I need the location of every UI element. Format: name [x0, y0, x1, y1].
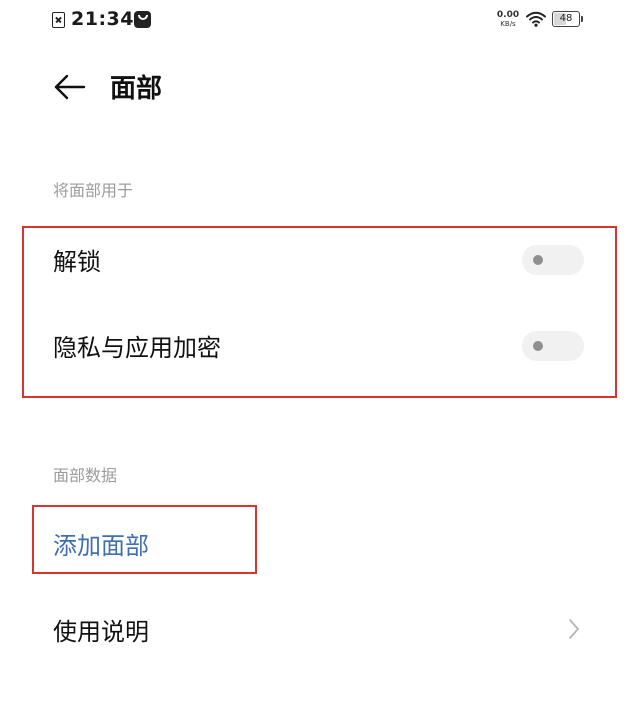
notification-icon [134, 11, 151, 28]
section-label-use-for: 将面部用于 [53, 181, 134, 200]
add-face-row[interactable]: 添加面部 [0, 504, 633, 584]
battery-level: 48 [559, 13, 573, 24]
toggle-knob [533, 255, 543, 265]
privacy-encryption-toggle[interactable] [522, 331, 584, 361]
network-speed-unit: KB/s [500, 20, 516, 28]
toggle-knob [533, 341, 543, 351]
status-bar: 21:34 0.00 KB/s 48 [0, 0, 633, 44]
wifi-icon [526, 11, 546, 27]
privacy-encryption-row[interactable]: 隐私与应用加密 [0, 306, 633, 386]
network-speed-value: 0.00 [496, 10, 520, 20]
usage-instructions-row[interactable]: 使用说明 [0, 590, 633, 670]
chevron-right-icon [569, 619, 579, 639]
battery-icon: 48 [552, 11, 580, 27]
unlock-label: 解锁 [53, 248, 101, 276]
unlock-row[interactable]: 解锁 [0, 220, 633, 300]
section-label-face-data: 面部数据 [53, 466, 118, 485]
battery-nub [581, 16, 583, 22]
unlock-toggle[interactable] [522, 245, 584, 275]
network-speed: 0.00 KB/s [496, 11, 520, 29]
arrow-left-icon[interactable] [54, 72, 86, 102]
add-face-link[interactable]: 添加面部 [53, 526, 149, 561]
usage-instructions-label: 使用说明 [53, 618, 149, 646]
privacy-encryption-label: 隐私与应用加密 [53, 334, 221, 362]
page-title: 面部 [110, 74, 163, 104]
sim-disabled-icon [52, 12, 65, 28]
status-time: 21:34 [71, 8, 134, 30]
